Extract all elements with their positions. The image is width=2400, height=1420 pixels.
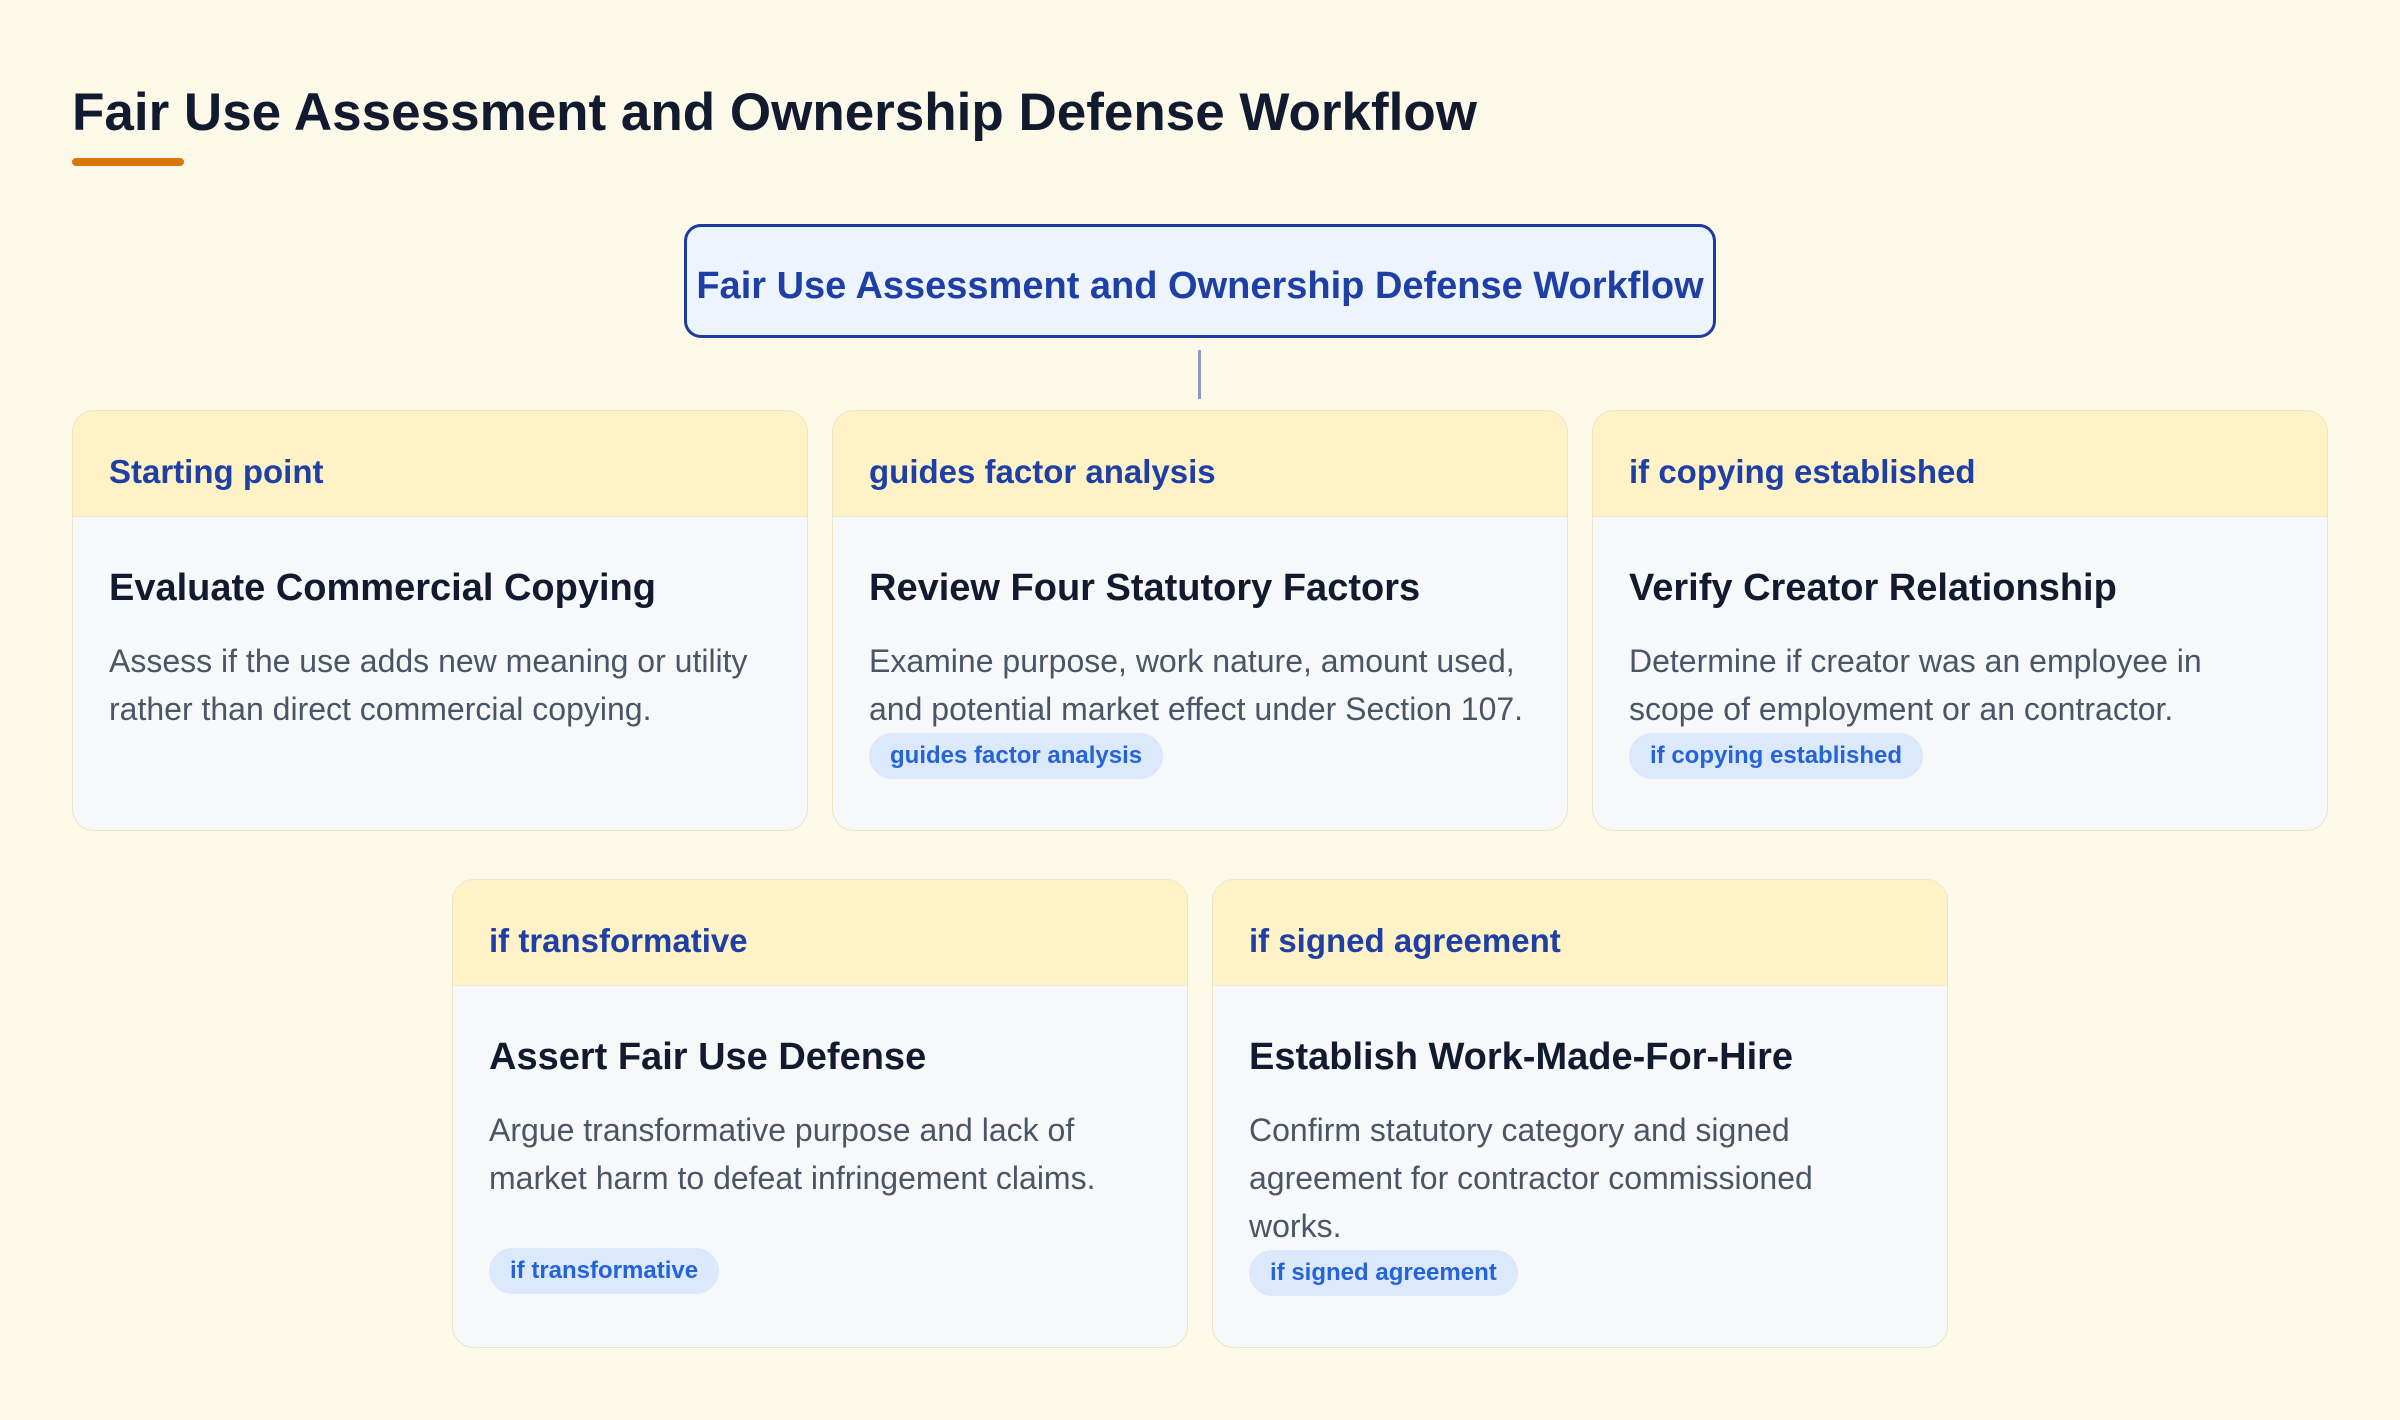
node-header: Starting point — [73, 411, 807, 517]
node-header-label: if transformative — [489, 922, 748, 959]
node-card-review-four-statutory-factors: guides factor analysis Review Four Statu… — [832, 410, 1568, 831]
node-header: if signed agreement — [1213, 880, 1947, 986]
node-header: guides factor analysis — [833, 411, 1567, 517]
node-body: Assert Fair Use Defense Argue transforma… — [453, 986, 1187, 1294]
node-header-label: Starting point — [109, 453, 324, 490]
node-header-label: if signed agreement — [1249, 922, 1561, 959]
node-card-assert-fair-use-defense: if transformative Assert Fair Use Defens… — [452, 879, 1188, 1348]
node-description: Argue transformative purpose and lack of… — [489, 1112, 1096, 1196]
node-header: if transformative — [453, 880, 1187, 986]
node-description: Examine purpose, work nature, amount use… — [869, 643, 1524, 727]
node-badge: if transformative — [489, 1248, 720, 1294]
node-title: Establish Work-Made-For-Hire — [1249, 1036, 1794, 1078]
node-title: Verify Creator Relationship — [1629, 567, 2117, 609]
node-header-label: guides factor analysis — [869, 453, 1216, 490]
node-card-establish-work-made-for-hire: if signed agreement Establish Work-Made-… — [1212, 879, 1948, 1348]
node-badge: guides factor analysis — [869, 733, 1164, 779]
node-card-evaluate-commercial-copying: Starting point Evaluate Commercial Copyi… — [72, 410, 808, 831]
node-badge: if signed agreement — [1249, 1250, 1518, 1296]
title-underline — [72, 158, 184, 166]
node-title: Evaluate Commercial Copying — [109, 567, 656, 609]
node-title: Assert Fair Use Defense — [489, 1036, 927, 1078]
node-card-verify-creator-relationship: if copying established Verify Creator Re… — [1592, 410, 2328, 831]
node-body: Establish Work-Made-For-Hire Confirm sta… — [1213, 986, 1947, 1296]
node-body: Review Four Statutory Factors Examine pu… — [833, 517, 1567, 779]
node-description: Confirm statutory category and signed ag… — [1249, 1112, 1813, 1244]
page-title: Fair Use Assessment and Ownership Defens… — [72, 83, 1477, 142]
root-node-label: Fair Use Assessment and Ownership Defens… — [696, 264, 1704, 307]
root-node: Fair Use Assessment and Ownership Defens… — [684, 224, 1716, 338]
node-description: Assess if the use adds new meaning or ut… — [109, 643, 748, 727]
node-header: if copying established — [1593, 411, 2327, 517]
node-description: Determine if creator was an employee in … — [1629, 643, 2202, 727]
node-body: Verify Creator Relationship Determine if… — [1593, 517, 2327, 779]
root-connector — [1198, 350, 1201, 399]
node-header-label: if copying established — [1629, 453, 1976, 490]
node-badge: if copying established — [1629, 733, 1924, 779]
node-title: Review Four Statutory Factors — [869, 567, 1421, 609]
node-body: Evaluate Commercial Copying Assess if th… — [73, 517, 807, 733]
